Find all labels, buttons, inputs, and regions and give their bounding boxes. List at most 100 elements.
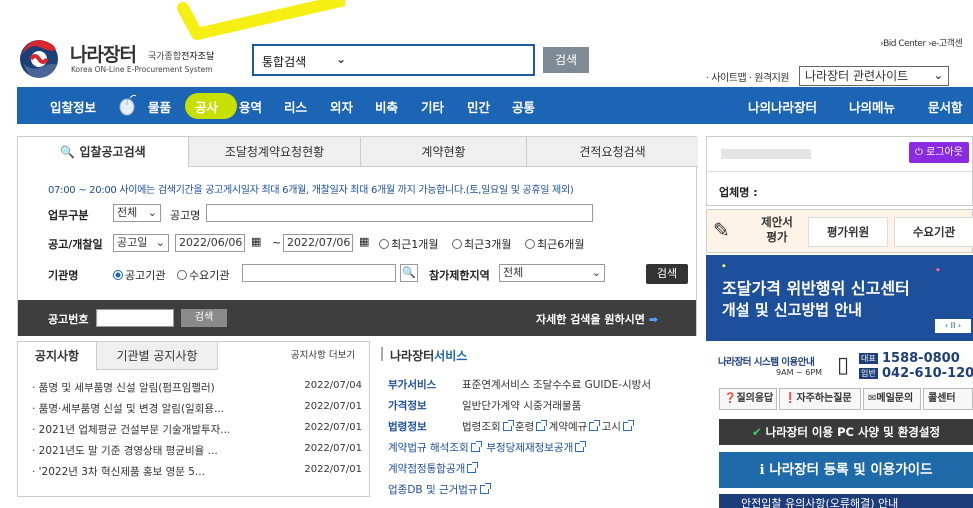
callcenter-button[interactable]: 콜센터: [923, 388, 973, 410]
region-select[interactable]: 전체 ⌄: [499, 264, 605, 282]
external-link-icon: [502, 420, 514, 431]
service-addon-links[interactable]: 표준연계서비스 조달수수료 GUIDE-시방서: [462, 377, 651, 392]
divider: [707, 171, 973, 172]
law-link[interactable]: 고시: [602, 421, 621, 433]
notice-row[interactable]: · 2021년도 말 기준 경영상태 평균비율 ... 2022/07/01: [32, 443, 362, 458]
faq-button[interactable]: ❗자주하는질문: [779, 388, 861, 410]
notice-title-input[interactable]: [206, 204, 593, 222]
region-value: 전체: [503, 266, 524, 279]
period-3-month[interactable]: 최근3개월: [452, 236, 511, 252]
pc-spec-label: 나라장터 이용 PC 사양 및 환경설정: [765, 425, 941, 439]
nav-item-private[interactable]: 민간: [467, 97, 490, 116]
pc-spec-button[interactable]: ✔ 나라장터 이용 PC 사양 및 환경설정: [719, 419, 973, 445]
integrated-search-box[interactable]: 통합검색 ⌄: [252, 44, 535, 76]
date-type-select[interactable]: 공고일 ⌄: [113, 234, 169, 252]
nav-item-bid-info[interactable]: 입찰정보: [50, 97, 96, 116]
evaluator-link[interactable]: 평가위원: [808, 217, 888, 247]
service-link[interactable]: 계약법규 해석조회: [388, 442, 469, 454]
registration-guide-button[interactable]: ℹ 나라장터 등록 및 이용가이드: [719, 452, 973, 488]
tab-notices[interactable]: 공지사항: [18, 342, 96, 370]
nav-item-etc[interactable]: 기타: [421, 97, 444, 116]
chevron-down-icon[interactable]: ⌄: [336, 52, 346, 66]
notice-row[interactable]: · '2022년 3차 혁신제품 홍보 영문 5... 2022/07/01: [32, 464, 362, 479]
nav-item-foreign[interactable]: 외자: [330, 97, 353, 116]
advanced-search-link[interactable]: 자세한 검색을 원하시면 ➡: [536, 311, 658, 327]
nav-item-services[interactable]: 용역: [239, 97, 262, 116]
notice-row[interactable]: · 품명 및 세부품명 신설 알림(펌프임펠러) 2022/07/04: [32, 380, 362, 395]
agency-option-demand[interactable]: 수요기관: [177, 267, 229, 283]
period-1-month[interactable]: 최근1개월: [379, 236, 438, 252]
service-link-row[interactable]: 계약법규 해석조회 부정당제재정보공개: [388, 440, 587, 455]
calendar-icon[interactable]: ▦: [251, 235, 261, 248]
notices-more-link[interactable]: 공지사항 더보기: [278, 342, 368, 370]
logo-taegeuk-icon[interactable]: [18, 38, 60, 80]
safe-bidding-notice[interactable]: 안전입찰 유의사항(오류해결) 안내: [719, 494, 973, 508]
service-link-row[interactable]: 업종DB 및 근거법규: [388, 482, 491, 497]
search-button[interactable]: 검색: [543, 47, 589, 73]
bid-number-search-button[interactable]: 검색: [181, 309, 227, 327]
law-link[interactable]: 훈령: [515, 421, 534, 433]
notice-title[interactable]: · 2021년도 말 기준 경영상태 평균비율 ...: [32, 445, 218, 457]
law-link[interactable]: 법령조회: [462, 421, 501, 433]
helpdesk-hours: 9AM ~ 6PM: [776, 368, 823, 377]
service-link[interactable]: 계약점정통합공개: [388, 463, 465, 475]
calendar-icon[interactable]: ▦: [359, 235, 369, 248]
period-6-month[interactable]: 최근6개월: [525, 236, 584, 252]
nav-item-lease[interactable]: 리스: [284, 97, 307, 116]
top-utility-links[interactable]: ›Bid Center ›e-고객센: [880, 36, 963, 49]
service-head-price: 가격정보: [388, 400, 427, 412]
notice-title[interactable]: · 2021년 업체평균 건설부문 기술개발투자...: [32, 424, 230, 436]
agency-name-input[interactable]: [242, 264, 396, 282]
service-link[interactable]: 부정당제재정보공개: [486, 442, 573, 454]
law-link[interactable]: 계약예규: [549, 421, 588, 433]
nav-item-documents[interactable]: 문서함: [928, 97, 963, 116]
email-button[interactable]: ✉메일문의: [863, 388, 921, 410]
radio-label: 수요기관: [189, 269, 230, 282]
tab-quote-request-search[interactable]: 견적요청검색: [526, 137, 698, 167]
logo-subtitle-highlight: 전자조달: [181, 52, 215, 62]
sitemap-remote-links[interactable]: · 사이트맵 · 원격지원: [706, 69, 790, 84]
notice-title[interactable]: · 품명·세부품명 신설 및 변경 알림(일회용...: [32, 403, 224, 415]
notice-row[interactable]: · 2021년 업체평균 건설부문 기술개발투자... 2022/07/01: [32, 422, 362, 437]
nav-item-my-menu[interactable]: 나의메뉴: [849, 97, 895, 116]
nav-item-my-narajangteo[interactable]: 나의나라장터: [748, 97, 817, 116]
tab-agency-notices[interactable]: 기관별 공지사항: [96, 342, 218, 370]
logo-title[interactable]: 나라장터: [70, 40, 137, 67]
blurred-user-name: [721, 149, 811, 159]
qna-button[interactable]: ❓질의응답: [719, 388, 777, 410]
date-to-input[interactable]: 2022/07/06: [283, 234, 353, 252]
bid-search-button[interactable]: 검색: [646, 264, 688, 284]
bid-number-input[interactable]: [96, 309, 174, 327]
price-violation-banner[interactable]: ◆ ◆ 조달가격 위반행위 신고센터 개설 및 신고방법 안내 ‹ II ›: [706, 255, 973, 341]
tab-contract-status[interactable]: 계약현황: [360, 137, 526, 167]
date-from-input[interactable]: 2022/06/06: [175, 234, 245, 252]
nav-item-goods[interactable]: 물품: [148, 97, 171, 116]
notice-date: 2022/07/04: [304, 380, 362, 391]
services-title: 나라장터서비스: [390, 347, 467, 364]
related-sites-select[interactable]: 나라장터 관련사이트 ⌄: [799, 66, 949, 86]
notice-title-label: 공고명: [170, 209, 201, 222]
service-link-row[interactable]: 계약점정통합공개: [388, 461, 479, 476]
demand-agency-link[interactable]: 수요기관: [894, 217, 973, 247]
search-category-select[interactable]: 통합검색: [262, 53, 306, 70]
nav-item-stockpile[interactable]: 비축: [375, 97, 398, 116]
notice-date: 2022/07/01: [304, 464, 362, 475]
notice-row[interactable]: · 품명·세부품명 신설 및 변경 알림(일회용... 2022/07/01: [32, 401, 362, 416]
tab-contract-request-status[interactable]: 조달청계약요청현황: [188, 137, 360, 167]
tab-bid-notice-search[interactable]: 🔍 입찰공고검색: [18, 137, 188, 167]
helpdesk-title: 나라장터 시스템 이용안내: [718, 357, 815, 368]
nav-item-common[interactable]: 공통: [512, 97, 535, 116]
logout-button[interactable]: ⏻ 로그아웃: [909, 142, 969, 163]
service-price-links[interactable]: 일반단가계약 시중거래물품: [462, 398, 581, 413]
nav-item-construction[interactable]: 공사: [195, 97, 218, 116]
external-link-icon: [467, 462, 479, 473]
agency-option-notice[interactable]: 공고기관: [113, 267, 165, 283]
agency-search-icon[interactable]: 🔍: [400, 264, 418, 282]
magnifier-icon: 🔍: [60, 145, 76, 159]
service-law-links[interactable]: 법령조회 훈령 계약예규 고시: [462, 419, 634, 434]
notice-title[interactable]: · 품명 및 세부품명 신설 알림(펌프임펠러): [32, 382, 215, 394]
service-link[interactable]: 업종DB 및 근거법규: [388, 484, 478, 496]
business-type-select[interactable]: 전체 ⌄: [113, 204, 161, 222]
banner-pager[interactable]: ‹ II ›: [935, 319, 971, 333]
notice-title[interactable]: · '2022년 3차 혁신제품 홍보 영문 5...: [32, 466, 205, 478]
